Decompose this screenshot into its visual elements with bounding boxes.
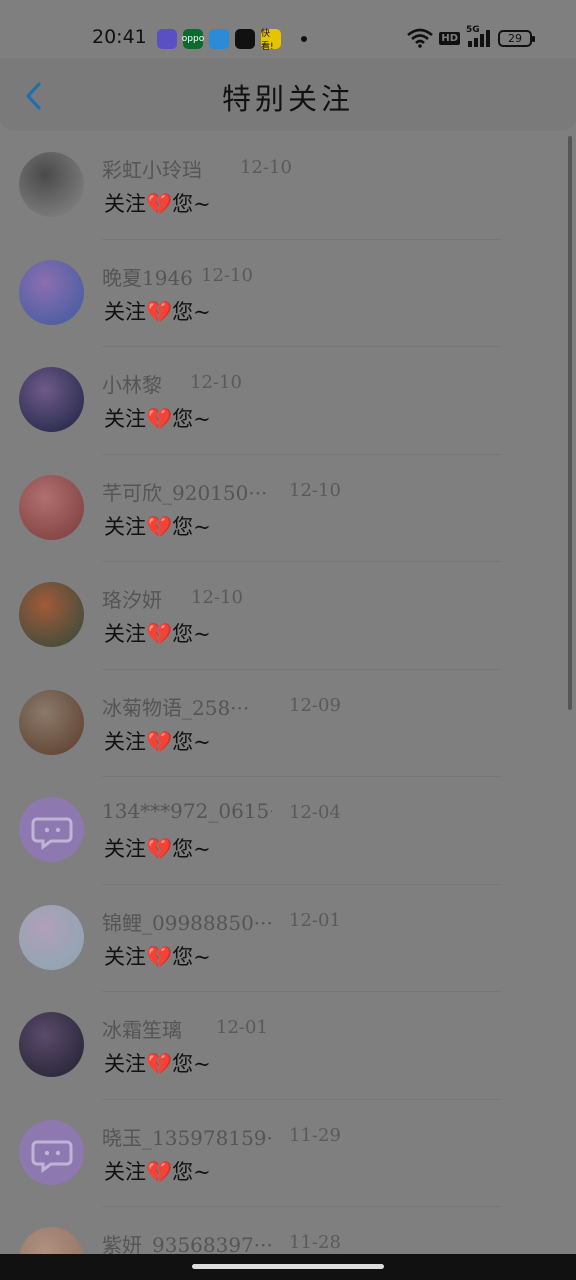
page-title: 特别关注 bbox=[221, 82, 354, 116]
home-gesture-handle[interactable] bbox=[192, 1264, 384, 1269]
follow-date: 12-10 bbox=[240, 157, 292, 178]
follow-date: 12-09 bbox=[289, 694, 341, 716]
follow-message: 关注💔您~ bbox=[104, 729, 211, 754]
default-avatar[interactable] bbox=[19, 797, 84, 862]
follow-date: 12-10 bbox=[191, 587, 243, 608]
follow-message: 关注💔您~ bbox=[104, 837, 211, 861]
user-name: 芊可欣_920150··· bbox=[102, 480, 268, 505]
follow-date: 12-10 bbox=[201, 264, 253, 286]
user-name: 晓玉_135978159··· bbox=[102, 1125, 272, 1150]
follow-message: 关注💔您~ bbox=[104, 622, 211, 646]
list-item[interactable]: 彩虹小玲珰 12-10 关注💔您~ bbox=[0, 132, 576, 240]
avatar[interactable] bbox=[19, 152, 84, 217]
chat-bubble-icon bbox=[31, 817, 73, 850]
follow-date: 12-10 bbox=[289, 479, 341, 501]
default-avatar[interactable] bbox=[19, 1119, 84, 1185]
avatar[interactable] bbox=[19, 1012, 84, 1077]
follow-date: 12-04 bbox=[289, 802, 341, 823]
list-item[interactable]: 晓玉_135978159··· 11-29 关注💔您~ bbox=[0, 1100, 576, 1207]
user-name: 锦鲤_09988850··· bbox=[102, 910, 272, 935]
follow-list: 彩虹小玲珰 12-10 关注💔您~ 晚夏1946 12-10 关注💔您~ 小林黎 12-10 关… bbox=[0, 132, 576, 1280]
follow-date: 12-10 bbox=[190, 372, 242, 393]
avatar[interactable] bbox=[19, 259, 84, 325]
kuaigou-app-icon: 快看! bbox=[261, 29, 281, 52]
scrollbar[interactable] bbox=[568, 136, 572, 710]
list-item[interactable]: 芊可欣_920150··· 12-10 关注💔您~ bbox=[0, 455, 576, 562]
status-bar: 20:41 oppo 快看! HD 5G 29 bbox=[0, 0, 576, 58]
follow-message: 关注💔您~ bbox=[104, 407, 211, 431]
user-name: 冰霜笙璃 bbox=[102, 1018, 182, 1042]
avatar[interactable] bbox=[19, 904, 84, 970]
follow-date: 11-28 bbox=[289, 1232, 341, 1253]
list-item[interactable]: 冰菊物语_258··· 12-09 关注💔您~ bbox=[0, 670, 576, 777]
user-name: 冰菊物语_258··· bbox=[102, 695, 250, 720]
list-item[interactable]: 134***972_0615··· 12-04 关注💔您~ bbox=[0, 777, 576, 885]
status-time: 20:41 bbox=[92, 26, 147, 48]
avatar[interactable] bbox=[19, 582, 84, 647]
user-name: 珞汐妍 bbox=[102, 588, 162, 612]
user-name: 晚夏1946 bbox=[102, 265, 193, 290]
list-item[interactable]: 冰霜笙璃 12-01 关注💔您~ bbox=[0, 992, 576, 1100]
follow-message: 关注💔您~ bbox=[104, 944, 211, 969]
follow-message: 关注💔您~ bbox=[104, 1159, 211, 1184]
status-app-icons: oppo 快看! bbox=[157, 29, 307, 52]
oppo-app-icon: oppo bbox=[182, 29, 204, 49]
hd-badge: HD bbox=[439, 31, 460, 45]
navigation-bar bbox=[0, 1254, 576, 1280]
list-item[interactable]: 珞汐妍 12-10 关注💔您~ bbox=[0, 562, 576, 670]
battery-icon: 29 bbox=[498, 29, 535, 47]
user-name: 彩虹小玲珰 bbox=[102, 158, 202, 182]
follow-message: 关注💔您~ bbox=[104, 192, 211, 216]
avatar[interactable] bbox=[19, 474, 84, 540]
avatar[interactable] bbox=[19, 689, 84, 755]
follow-message: 关注💔您~ bbox=[104, 514, 211, 539]
telegram-app-icon bbox=[209, 29, 229, 49]
wifi-icon bbox=[407, 28, 434, 48]
follow-date: 12-01 bbox=[289, 909, 341, 931]
video-app-icon bbox=[235, 29, 255, 49]
user-name: 134***972_0615··· bbox=[102, 799, 272, 823]
follow-message: 关注💔您~ bbox=[104, 299, 211, 324]
assistant-app-icon bbox=[157, 29, 177, 49]
follow-date: 11-29 bbox=[289, 1124, 341, 1146]
more-notifications-dot bbox=[301, 36, 307, 42]
follow-date: 12-01 bbox=[216, 1017, 268, 1038]
chat-bubble-icon bbox=[31, 1140, 73, 1173]
avatar[interactable] bbox=[19, 367, 84, 432]
cellular-signal-icon: 5G bbox=[466, 25, 492, 48]
user-name: 小林黎 bbox=[102, 373, 162, 397]
list-item[interactable]: 晚夏1946 12-10 关注💔您~ bbox=[0, 240, 576, 347]
status-indicators: HD 5G 29 bbox=[407, 25, 535, 48]
list-item[interactable]: 锦鲤_09988850··· 12-01 关注💔您~ bbox=[0, 885, 576, 992]
battery-level: 29 bbox=[508, 31, 522, 45]
header: 特别关注 bbox=[0, 58, 576, 130]
list-item[interactable]: 小林黎 12-10 关注💔您~ bbox=[0, 347, 576, 455]
follow-message: 关注💔您~ bbox=[104, 1052, 211, 1076]
